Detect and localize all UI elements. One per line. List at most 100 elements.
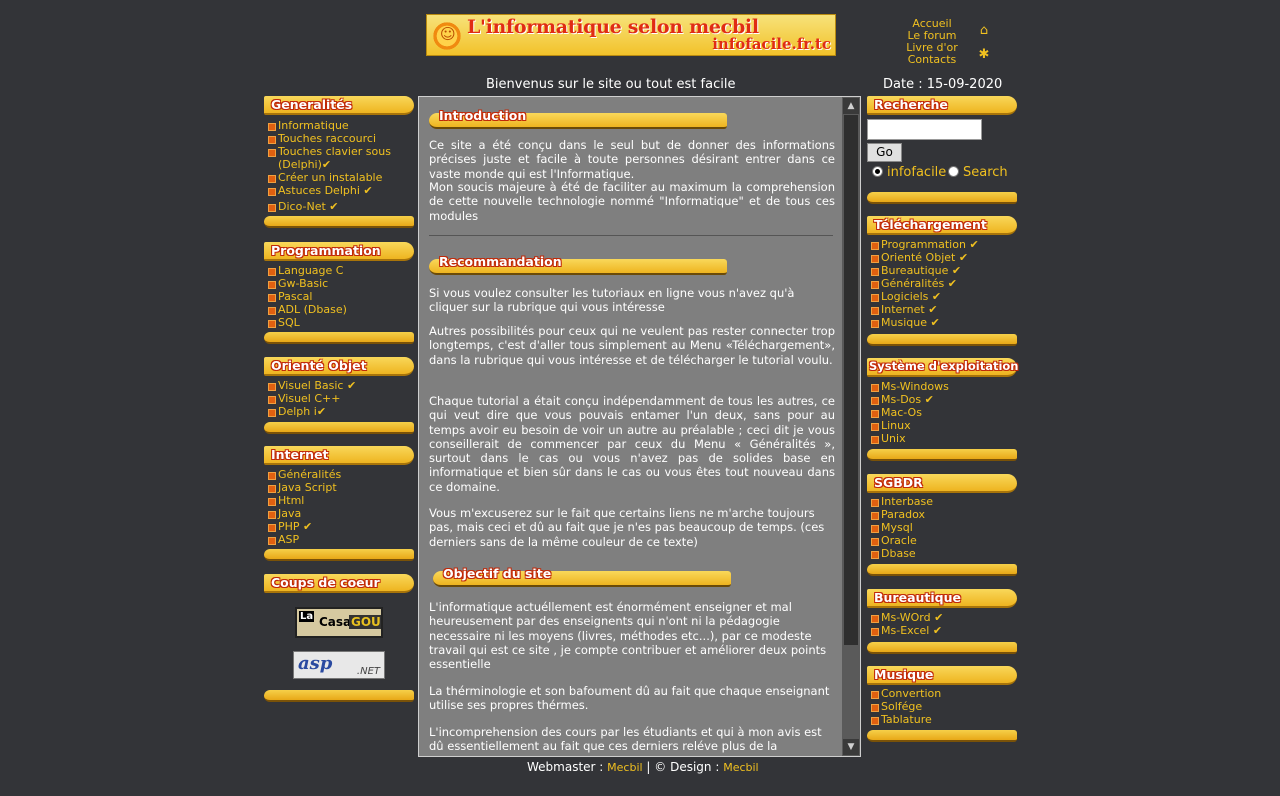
menu-item[interactable]: Dbase: [867, 547, 1017, 560]
scrollbar-thumb[interactable]: [844, 115, 858, 645]
menu-item[interactable]: Delph i✔: [264, 405, 414, 418]
check-icon: ✔: [928, 303, 938, 316]
menu-item[interactable]: Ms-WOrd ✔: [867, 611, 1017, 624]
bookmark-icon[interactable]: ✱: [977, 48, 991, 62]
section-footer: [867, 334, 1017, 346]
check-icon: ✔: [951, 264, 962, 277]
section-header-programmation: Programmation: [264, 242, 414, 261]
section-footer: [867, 642, 1017, 654]
section-header-generalites: Generalités: [264, 96, 414, 115]
footer-designer-link[interactable]: Mecbil: [723, 761, 758, 774]
go-button[interactable]: Go: [867, 143, 902, 162]
menu-item[interactable]: Orienté Objet ✔: [867, 251, 1017, 264]
section-footer: [264, 216, 414, 228]
menu-item[interactable]: Solfége: [867, 700, 1017, 713]
menu-item[interactable]: Unix: [867, 432, 1017, 445]
paragraph: Autres possibilités pour ceux qui ne veu…: [429, 324, 835, 367]
menu-item[interactable]: Tablature: [867, 713, 1017, 726]
menu-item[interactable]: Java Script: [264, 481, 414, 494]
check-icon: ✔: [947, 277, 957, 290]
paragraph: Vous m'excuserez sur le fait que certain…: [429, 506, 825, 549]
section-footer: [264, 332, 414, 344]
menu-item[interactable]: PHP ✔: [264, 520, 414, 533]
section-header-recherche: Recherche: [867, 96, 1017, 115]
menu-telechargement: Programmation ✔ Orienté Objet ✔ Bureauti…: [867, 238, 1017, 329]
home-icon[interactable]: ⌂: [977, 24, 991, 38]
menu-item[interactable]: Programmation ✔: [867, 238, 1017, 251]
menu-item[interactable]: Mysql: [867, 521, 1017, 534]
menu-item[interactable]: Visuel Basic ✔: [264, 379, 414, 392]
menu-systeme: Ms-Windows Ms-Dos ✔ Mac-Os Linux Unix: [867, 380, 1017, 445]
scroll-up-arrow-icon[interactable]: ▲: [843, 98, 859, 114]
menu-item[interactable]: Oracle: [867, 534, 1017, 547]
check-icon: ✔: [346, 379, 357, 392]
menu-item[interactable]: Ms-Dos ✔: [867, 393, 1017, 406]
section-header-internet: Internet: [264, 446, 414, 465]
menu-item[interactable]: ASP: [264, 533, 414, 546]
menu-item[interactable]: Linux: [867, 419, 1017, 432]
content-header-introduction: Introduction: [429, 108, 727, 129]
paragraph: Ce site a été conçu dans le seul but de …: [429, 138, 835, 181]
menu-item[interactable]: Interbase: [867, 495, 1017, 508]
search-input[interactable]: [867, 119, 982, 140]
menu-item[interactable]: Java: [264, 507, 414, 520]
paragraph: Mon soucis majeure à été de faciliter au…: [429, 180, 835, 223]
menu-item[interactable]: Créer un instalable: [264, 171, 414, 184]
menu-internet: Généralités Java Script Html Java PHP ✔ …: [264, 468, 414, 546]
menu-item[interactable]: SQL: [264, 316, 414, 329]
menu-programmation: Language C Gw-Basic Pascal ADL (Dbase) S…: [264, 264, 414, 329]
site-banner: L'informatique selon mecbil infofacile.f…: [426, 14, 836, 56]
section-footer: [867, 449, 1017, 461]
lacasagoum-logo[interactable]: La Casa GOUM: [295, 607, 383, 638]
menu-item[interactable]: Language C: [264, 264, 414, 277]
menu-item[interactable]: Ms-Windows: [867, 380, 1017, 393]
main-content-frame[interactable]: Introduction Ce site a été conçu dans le…: [418, 96, 861, 757]
menu-item[interactable]: Mac-Os: [867, 406, 1017, 419]
menu-item[interactable]: Touches raccourci: [264, 132, 414, 145]
menu-item[interactable]: Musique ✔: [867, 316, 1017, 329]
menu-item[interactable]: Ms-Excel ✔: [867, 624, 1017, 637]
section-footer: [264, 422, 414, 434]
menu-item[interactable]: Logiciels ✔: [867, 290, 1017, 303]
page-footer: Webmaster : Mecbil | © Design : Mecbil: [527, 760, 759, 774]
menu-item[interactable]: Html: [264, 494, 414, 507]
footer-webmaster-link[interactable]: Mecbil: [607, 761, 642, 774]
content-header-recommandation: Recommandation: [429, 254, 727, 275]
check-icon: ✔: [363, 184, 373, 197]
menu-item[interactable]: Touches clavier sous (Delphi)✔: [264, 145, 414, 171]
section-footer: [867, 192, 1017, 204]
top-nav: Accueil Le forum Livre d'or Contacts: [896, 18, 968, 66]
radio-infofacile[interactable]: [872, 166, 883, 177]
paragraph: Si vous voulez consulter les tutoriaux e…: [429, 286, 795, 315]
menu-oriente-objet: Visuel Basic ✔ Visuel C++ Delph i✔: [264, 379, 414, 418]
scroll-down-arrow-icon[interactable]: ▼: [843, 739, 859, 755]
section-footer: [264, 690, 414, 702]
nav-contacts[interactable]: Contacts: [896, 54, 968, 66]
menu-item[interactable]: Bureautique ✔: [867, 264, 1017, 277]
check-icon: ✔: [924, 393, 934, 406]
menu-item[interactable]: Pascal: [264, 290, 414, 303]
menu-item[interactable]: Convertion: [867, 687, 1017, 700]
menu-item[interactable]: Informatique: [264, 119, 414, 132]
check-icon: ✔: [303, 520, 313, 533]
menu-item[interactable]: Dico-Net ✔: [264, 200, 414, 213]
welcome-text: Bienvenus sur le site ou tout est facile: [486, 77, 736, 92]
menu-item[interactable]: Visuel C++: [264, 392, 414, 405]
banner-site-url: infofacile.fr.tc: [712, 35, 831, 53]
section-header-bureautique: Bureautique: [867, 589, 1017, 608]
paragraph: L'informatique actuéllement est énorméme…: [429, 600, 827, 672]
check-icon: ✔: [932, 624, 943, 637]
menu-item[interactable]: ADL (Dbase): [264, 303, 414, 316]
radio-search[interactable]: [948, 166, 959, 177]
section-footer: [867, 564, 1017, 576]
menu-item[interactable]: Internet ✔: [867, 303, 1017, 316]
menu-item[interactable]: Astuces Delphi ✔: [264, 184, 414, 197]
content-scrollbar[interactable]: ▲ ▼: [842, 97, 860, 756]
menu-item[interactable]: Généralités ✔: [867, 277, 1017, 290]
menu-item[interactable]: Généralités: [264, 468, 414, 481]
menu-item[interactable]: Paradox: [867, 508, 1017, 521]
aspnet-logo[interactable]: asp .NET: [293, 651, 385, 679]
menu-item[interactable]: Gw-Basic: [264, 277, 414, 290]
paragraph: La thérminologie et son bafoument dû au …: [429, 684, 830, 713]
check-icon: ✔: [321, 158, 332, 171]
